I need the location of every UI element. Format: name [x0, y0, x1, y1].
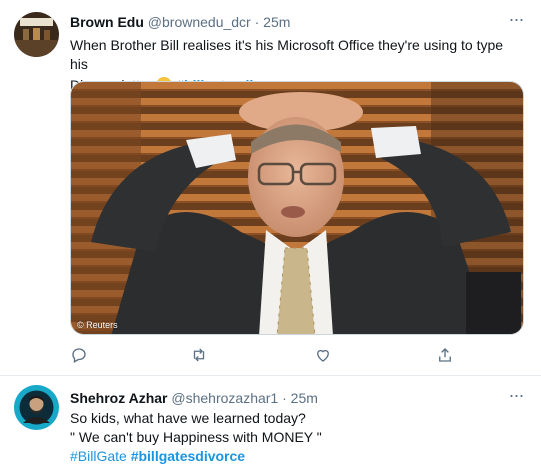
author-name[interactable]: Shehroz Azhar	[70, 390, 168, 406]
tweet-text-line: " We can't buy Happiness with MONEY "	[70, 429, 322, 445]
tweet-actions	[70, 346, 470, 364]
timestamp[interactable]: 25m	[291, 390, 318, 406]
like-icon[interactable]	[314, 346, 332, 364]
tweet-image[interactable]: © Reuters	[70, 81, 524, 335]
author-handle[interactable]: @shehrozazhar1	[171, 390, 278, 406]
author-handle[interactable]: @brownedu_dcr	[148, 14, 251, 30]
tweet-text-line: When Brother Bill realises it's his Micr…	[70, 37, 504, 72]
hashtag-link[interactable]: #BillGate	[70, 448, 127, 464]
more-options-icon[interactable]: ···	[507, 10, 525, 32]
reply-icon[interactable]	[70, 346, 88, 364]
retweet-icon[interactable]	[190, 346, 208, 364]
separator-dot: ·	[254, 14, 260, 30]
tweet-header: Brown Edu @brownedu_dcr · 25m	[70, 12, 501, 32]
share-icon[interactable]	[436, 346, 454, 364]
more-options-icon[interactable]: ···	[507, 386, 525, 408]
separator-dot: ·	[282, 390, 287, 406]
tweet-text-line: So kids, what have we learned today?	[70, 410, 306, 426]
tweet-text: So kids, what have we learned today? " W…	[70, 409, 523, 466]
tweet-header: Shehroz Azhar @shehrozazhar1 · 25m	[70, 388, 501, 408]
tweet[interactable]: Shehroz Azhar @shehrozazhar1 · 25m ··· S…	[0, 376, 541, 471]
author-name[interactable]: Brown Edu	[70, 14, 144, 30]
image-credit: © Reuters	[77, 320, 118, 330]
tweet[interactable]: Brown Edu @brownedu_dcr · 25m ··· When B…	[0, 0, 541, 376]
timestamp[interactable]: 25m	[263, 14, 290, 30]
avatar[interactable]	[14, 12, 59, 57]
avatar[interactable]	[14, 385, 59, 430]
hashtag-link[interactable]: #billgatesdivorce	[131, 448, 245, 464]
